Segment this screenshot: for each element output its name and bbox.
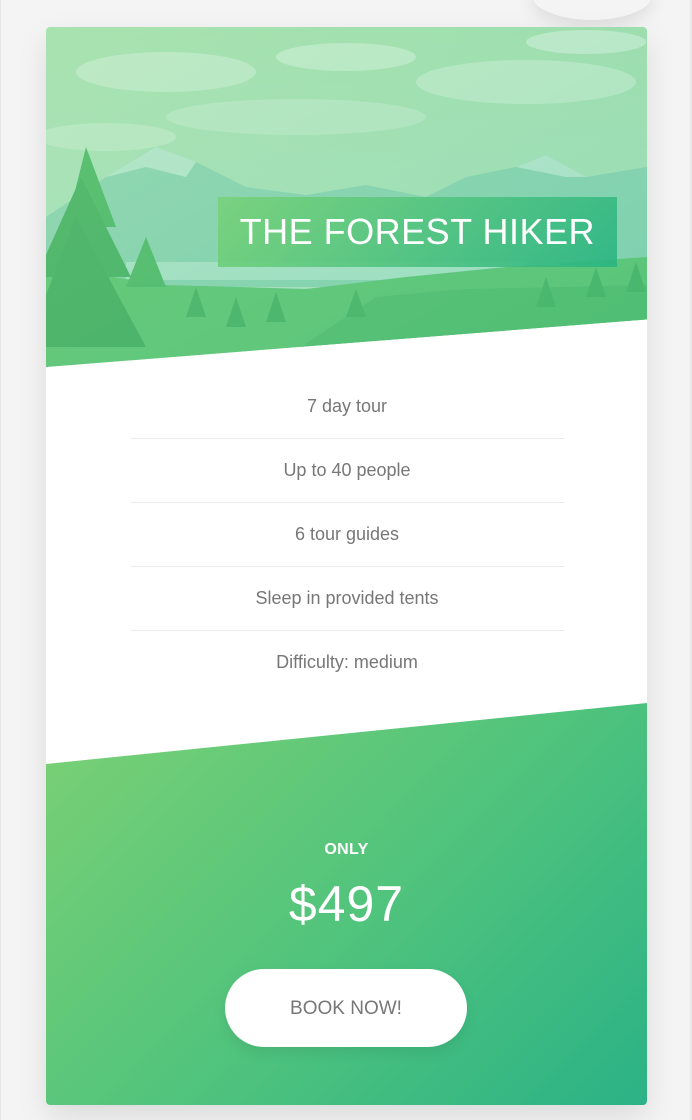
list-item: Difficulty: medium (276, 652, 418, 672)
price-value: $497 (288, 876, 405, 932)
list-item: 6 tour guides (130, 503, 564, 567)
price-section: ONLY $497 BOOK NOW! (46, 703, 647, 1105)
book-now-button[interactable]: BOOK NOW! (225, 969, 467, 1047)
page-left-border (0, 0, 1, 1120)
offscreen-card-shadow (532, 0, 652, 20)
card-title: THE FOREST HIKER (217, 197, 617, 267)
list-item: 7 day tour (130, 375, 564, 439)
price-label: ONLY (324, 841, 369, 858)
list-item: Sleep in provided tents (130, 567, 564, 631)
list-item: Up to 40 people (130, 439, 564, 503)
tour-card: THE FOREST HIKER 7 day tour Up to 40 peo… (46, 27, 647, 1105)
feature-list: 7 day tour Up to 40 people 6 tour guides… (130, 375, 564, 694)
